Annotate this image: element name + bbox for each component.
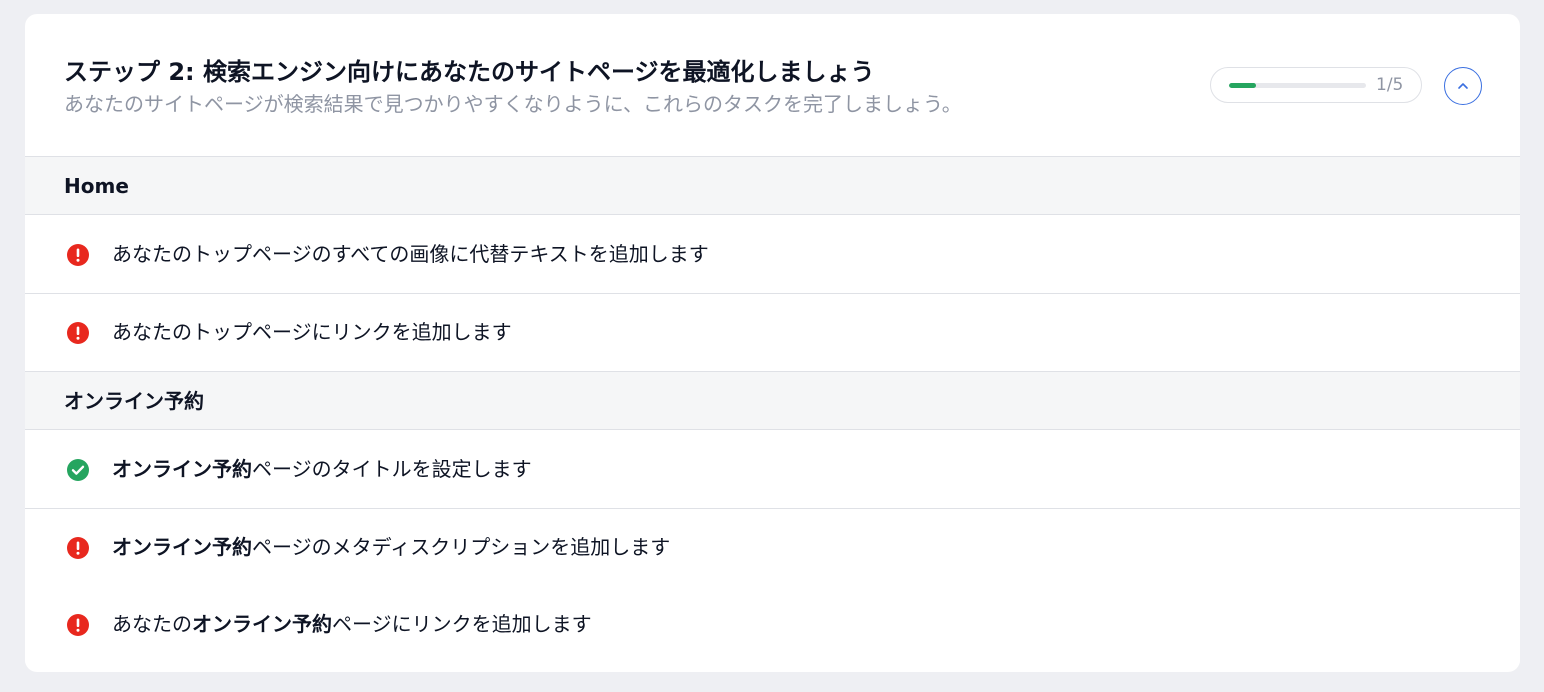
step-subtitle: あなたのサイトページが検索結果で見つかりやすくなりように、これらのタスクを完了し… xyxy=(64,92,962,116)
task-row[interactable]: あなたのオンライン予約ページにリンクを追加します xyxy=(25,586,1520,664)
task-row[interactable]: オンライン予約ページのメタディスクリプションを追加します xyxy=(25,509,1520,587)
task-label: オンライン予約ページのタイトルを設定します xyxy=(112,457,532,481)
task-label: あなたのトップページのすべての画像に代替テキストを追加します xyxy=(112,242,709,266)
error-icon xyxy=(67,537,89,559)
progress-indicator: 1/5 xyxy=(1210,67,1422,103)
progress-count: 1/5 xyxy=(1376,75,1404,95)
error-icon xyxy=(67,322,89,344)
collapse-button[interactable] xyxy=(1444,67,1482,105)
progress-fill xyxy=(1229,83,1257,88)
error-icon xyxy=(67,614,89,636)
step-header: ステップ 2: 検索エンジン向けにあなたのサイトページを最適化しましょう あなた… xyxy=(25,14,1520,157)
chevron-up-icon xyxy=(1458,83,1468,89)
task-row[interactable]: オンライン予約ページのタイトルを設定します xyxy=(25,431,1520,509)
section-title: オンライン予約 xyxy=(64,389,204,413)
check-circle-icon xyxy=(67,459,89,481)
task-card: ステップ 2: 検索エンジン向けにあなたのサイトページを最適化しましょう あなた… xyxy=(25,14,1520,672)
section-title: Home xyxy=(64,174,129,198)
task-label: あなたのトップページにリンクを追加します xyxy=(112,320,512,344)
step-title: ステップ 2: 検索エンジン向けにあなたのサイトページを最適化しましょう xyxy=(64,58,875,86)
task-row[interactable]: あなたのトップページのすべての画像に代替テキストを追加します xyxy=(25,216,1520,294)
progress-track xyxy=(1229,83,1366,88)
section-header-home: Home xyxy=(25,157,1520,215)
task-row[interactable]: あなたのトップページにリンクを追加します xyxy=(25,294,1520,372)
section-header-online-booking: オンライン予約 xyxy=(25,372,1520,430)
task-label: あなたのオンライン予約ページにリンクを追加します xyxy=(112,612,592,636)
error-icon xyxy=(67,244,89,266)
task-label: オンライン予約ページのメタディスクリプションを追加します xyxy=(112,535,671,559)
